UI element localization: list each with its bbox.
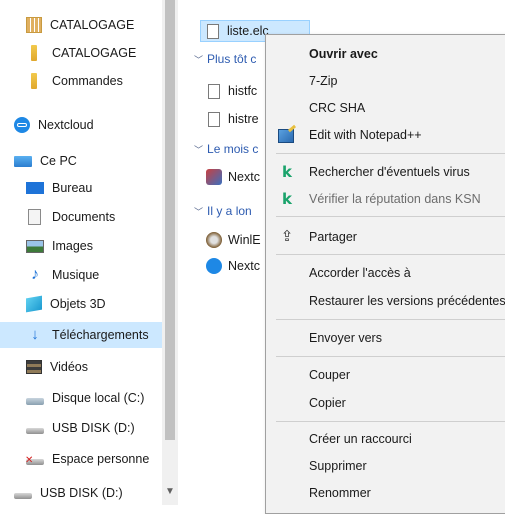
nextcloud-icon	[206, 258, 222, 274]
menu-item-cut[interactable]: Couper	[266, 363, 505, 387]
group-header-label: Le mois c	[207, 142, 259, 156]
menu-item-7zip[interactable]: 7-Zip	[266, 69, 505, 93]
list-item[interactable]: histre	[208, 108, 259, 130]
group-header-label: Il y a lon	[207, 204, 252, 218]
kaspersky-icon: k	[282, 163, 292, 181]
group-header[interactable]: ﹀ Plus tôt c	[194, 48, 256, 70]
nav-item-label: CATALOGAGE	[50, 18, 135, 32]
nav-item-label: CATALOGAGE	[52, 46, 137, 60]
menu-item-share[interactable]: ⇪ Partager	[266, 225, 505, 249]
menu-separator	[276, 153, 505, 154]
menu-item-edit-notepad[interactable]: Edit with Notepad++	[266, 123, 505, 147]
menu-item-open-with[interactable]: Ouvrir avec	[266, 42, 505, 66]
list-item[interactable]: Nextc	[206, 166, 260, 188]
chevron-down-icon[interactable]: ﹀	[194, 143, 203, 156]
nav-item-label: Nextcloud	[38, 118, 94, 132]
nav-item-label: Espace personne	[52, 452, 150, 466]
group-header[interactable]: ﹀ Le mois c	[194, 138, 258, 160]
downloads-icon: ↓	[31, 326, 39, 343]
nav-item-label: Vidéos	[50, 360, 88, 374]
list-item[interactable]: WinlE	[206, 229, 261, 251]
folder-icon	[31, 45, 37, 61]
share-icon: ⇪	[280, 228, 294, 245]
folder-icon	[31, 73, 37, 89]
menu-item-scan-virus[interactable]: k Rechercher d'éventuels virus	[266, 160, 505, 184]
nav-item-nextcloud[interactable]: Nextcloud	[14, 112, 176, 138]
file-icon	[208, 111, 220, 127]
catalog-folder-icon	[26, 17, 42, 33]
menu-separator	[276, 356, 505, 357]
context-menu: Ouvrir avec 7-Zip CRC SHA Edit with Note…	[265, 34, 505, 514]
music-icon: ♪	[31, 266, 39, 283]
menu-separator	[276, 421, 505, 422]
nextcloud-setup-icon	[206, 169, 222, 185]
network-drive-icon	[26, 455, 44, 466]
kaspersky-icon: k	[282, 190, 292, 208]
file-name: Nextc	[228, 259, 260, 273]
chevron-down-icon[interactable]: ▼	[165, 486, 175, 497]
notepad-plus-plus-icon	[278, 129, 294, 143]
file-name: Nextc	[228, 170, 260, 184]
winieee-app-icon	[206, 232, 222, 248]
group-header[interactable]: ﹀ Il y a lon	[194, 200, 252, 222]
nav-item-ce-pc[interactable]: Ce PC	[14, 148, 176, 174]
menu-item-grant-access[interactable]: Accorder l'accès à	[266, 261, 505, 285]
menu-item-create-shortcut[interactable]: Créer un raccourci	[266, 427, 505, 451]
menu-item-copy[interactable]: Copier	[266, 391, 505, 415]
file-name: histre	[228, 112, 259, 126]
nav-item-usb-disk-2[interactable]: USB DISK (D:)	[14, 480, 176, 506]
this-pc-icon	[14, 155, 32, 167]
file-name: histfc	[228, 84, 258, 98]
nav-item-label: Images	[52, 239, 93, 253]
chevron-down-icon[interactable]: ﹀	[194, 205, 203, 218]
nav-scrollbar-thumb[interactable]	[165, 0, 175, 440]
usb-drive-icon	[14, 493, 32, 499]
nav-item-label: Musique	[52, 268, 100, 282]
images-icon	[26, 239, 44, 253]
group-header-label: Plus tôt c	[207, 52, 257, 66]
menu-item-rename[interactable]: Renommer	[266, 481, 505, 505]
videos-icon	[26, 360, 42, 374]
menu-item-crc-sha[interactable]: CRC SHA	[266, 96, 505, 120]
menu-item-send-to[interactable]: Envoyer vers	[266, 326, 505, 350]
file-name: WinlE	[228, 233, 261, 247]
nav-item-label: USB DISK (D:)	[40, 486, 123, 500]
file-icon	[208, 83, 220, 99]
list-item[interactable]: Nextc	[206, 255, 260, 277]
nav-item-telechargements[interactable]: ↓ Téléchargements	[0, 322, 162, 348]
nav-item-label: Objets 3D	[50, 297, 106, 311]
menu-item-restore-versions[interactable]: Restaurer les versions précédentes	[266, 289, 505, 313]
menu-item-check-ksn: k Vérifier la réputation dans KSN	[266, 187, 505, 211]
menu-separator	[276, 216, 505, 217]
file-icon	[207, 23, 219, 39]
desktop-icon	[26, 182, 44, 194]
nav-item-label: USB DISK (D:)	[52, 421, 135, 435]
documents-icon	[28, 209, 41, 225]
usb-drive-icon	[26, 428, 44, 434]
nav-item-label: Ce PC	[40, 154, 77, 168]
nav-item-label: Disque local (C:)	[52, 391, 145, 405]
menu-separator	[276, 254, 505, 255]
nav-scrollbar[interactable]: ▼	[162, 0, 178, 505]
objects-3d-icon	[26, 295, 42, 313]
menu-separator	[276, 319, 505, 320]
local-disk-icon	[26, 397, 44, 405]
nav-item-label: Documents	[52, 210, 116, 224]
navigation-pane: CATALOGAGE CATALOGAGE Commandes Nextclou…	[0, 0, 178, 505]
menu-item-delete[interactable]: Supprimer	[266, 454, 505, 478]
list-item[interactable]: histfc	[208, 80, 257, 102]
nav-item-label: Commandes	[52, 74, 123, 88]
chevron-down-icon[interactable]: ﹀	[194, 53, 203, 66]
file-name: liste.elc	[227, 24, 269, 38]
nav-item-label: Téléchargements	[52, 328, 149, 342]
nextcloud-icon	[14, 117, 30, 133]
nav-item-label: Bureau	[52, 181, 93, 195]
